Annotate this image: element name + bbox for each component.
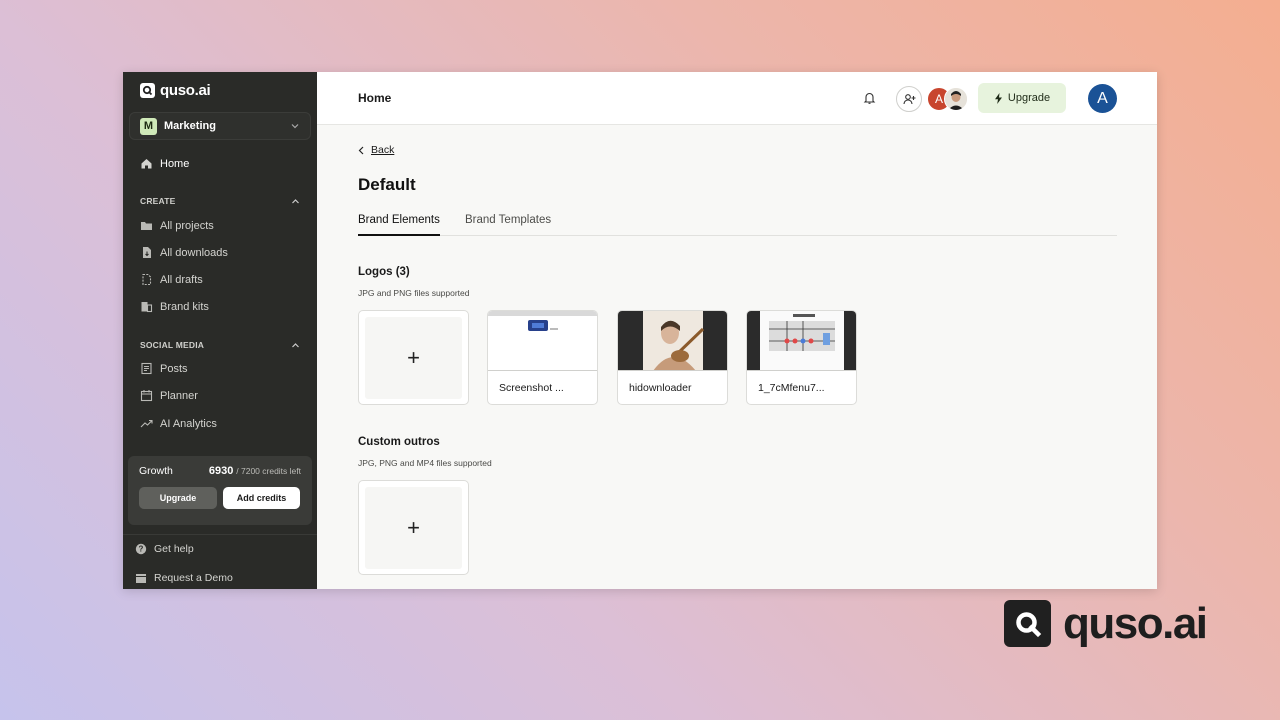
quso-logo-icon xyxy=(140,83,155,98)
add-outro-button[interactable]: + xyxy=(358,480,469,575)
sidebar-item-home[interactable]: Home xyxy=(140,157,189,170)
sidebar-item-label: All downloads xyxy=(160,246,228,259)
section-create[interactable]: CREATE xyxy=(140,196,300,206)
sidebar-item-posts[interactable]: Posts xyxy=(140,362,188,375)
logo-card[interactable]: hidownloader xyxy=(617,310,728,405)
section-social-media[interactable]: SOCIAL MEDIA xyxy=(140,340,300,350)
download-file-icon xyxy=(143,247,151,258)
sidebar-item-all-drafts[interactable]: All drafts xyxy=(140,273,203,286)
tab-brand-templates[interactable]: Brand Templates xyxy=(465,214,551,236)
sidebar-item-planner[interactable]: Planner xyxy=(140,389,198,402)
calendar-icon xyxy=(140,390,153,402)
workspace-name: Marketing xyxy=(164,120,216,132)
draft-icon xyxy=(142,273,152,286)
lightning-icon xyxy=(994,92,1002,104)
upgrade-plan-button[interactable]: Upgrade xyxy=(139,487,217,509)
logo-thumbnail xyxy=(488,311,597,371)
sidebar-item-label: Planner xyxy=(160,389,198,402)
add-user-icon xyxy=(902,94,915,105)
sidebar-item-label: Brand kits xyxy=(160,300,209,313)
logos-section-title: Logos (3) xyxy=(358,266,410,278)
workspace-selector[interactable]: M Marketing xyxy=(129,112,311,140)
app-window: quso.ai M Marketing Home CREATE All proj… xyxy=(123,72,1157,589)
sidebar-item-all-downloads[interactable]: All downloads xyxy=(140,246,228,259)
section-create-label: CREATE xyxy=(140,196,176,206)
chevron-up-icon xyxy=(292,342,299,347)
chevron-left-icon xyxy=(358,146,364,154)
workspace-badge: M xyxy=(140,117,157,135)
outros-section-subtitle: JPG, PNG and MP4 files supported xyxy=(358,458,492,468)
sidebar-divider xyxy=(123,534,317,535)
user-avatar[interactable]: A xyxy=(1088,84,1117,113)
page-title: Default xyxy=(358,175,416,194)
logo-thumbnail xyxy=(747,311,856,371)
sidebar-item-brand-kits[interactable]: Brand kits xyxy=(140,300,209,313)
svg-text:?: ? xyxy=(139,545,144,554)
invite-member-button[interactable] xyxy=(896,86,922,112)
posts-icon xyxy=(141,362,152,375)
plus-icon: + xyxy=(407,344,420,370)
logo-card[interactable]: 1_7cMfenu7... xyxy=(746,310,857,405)
upgrade-button[interactable]: Upgrade xyxy=(978,83,1066,113)
back-label: Back xyxy=(371,144,395,156)
add-logo-button[interactable]: + xyxy=(358,310,469,405)
member-avatar-photo[interactable] xyxy=(944,87,968,111)
add-credits-button[interactable]: Add credits xyxy=(223,487,300,509)
page-breadcrumb: Home xyxy=(358,91,392,105)
quso-logo-icon xyxy=(1004,600,1051,647)
trend-icon xyxy=(140,419,153,428)
credits-panel: Growth 6930 / 7200 credits left Upgrade … xyxy=(128,456,312,525)
credits-used: 6930 xyxy=(208,465,234,477)
sidebar-item-label: All projects xyxy=(160,219,214,232)
quso-watermark-logo: quso.ai xyxy=(1004,599,1208,648)
sidebar-item-label: Posts xyxy=(160,362,188,375)
request-demo-link[interactable]: Request a Demo xyxy=(135,572,233,584)
get-help-link[interactable]: ? Get help xyxy=(135,543,194,555)
folder-icon xyxy=(141,222,152,230)
top-bar: Home A Upgrade A xyxy=(317,72,1157,125)
section-social-label: SOCIAL MEDIA xyxy=(140,340,205,350)
logo-thumbnail xyxy=(618,311,727,371)
logo-filename: 1_7cMfenu7... xyxy=(758,382,825,394)
sidebar-item-label: All drafts xyxy=(160,273,203,286)
calendar-icon xyxy=(136,574,146,583)
app-logo[interactable]: quso.ai xyxy=(140,82,211,99)
logo-filename: Screenshot ... xyxy=(499,382,564,394)
sidebar-item-all-projects[interactable]: All projects xyxy=(140,219,214,232)
sidebar-item-label: AI Analytics xyxy=(160,417,217,430)
sidebar-item-ai-analytics[interactable]: AI Analytics xyxy=(140,417,217,430)
plus-icon: + xyxy=(407,514,420,540)
chevron-down-icon xyxy=(291,124,299,129)
plan-name: Growth xyxy=(139,465,173,477)
get-help-label: Get help xyxy=(154,543,194,555)
brand-kit-icon xyxy=(141,302,153,313)
logo-text: quso.ai xyxy=(160,82,211,99)
watermark-text: quso.ai xyxy=(1063,599,1208,648)
logo-filename: hidownloader xyxy=(629,382,692,394)
help-icon: ? xyxy=(135,543,147,555)
bell-icon[interactable] xyxy=(863,91,876,110)
tab-brand-elements[interactable]: Brand Elements xyxy=(358,214,440,236)
logo-card[interactable]: Screenshot ... xyxy=(487,310,598,405)
home-icon xyxy=(141,159,152,169)
outros-section-title: Custom outros xyxy=(358,436,440,448)
sidebar: quso.ai M Marketing Home CREATE All proj… xyxy=(123,72,317,589)
request-demo-label: Request a Demo xyxy=(154,572,233,584)
sidebar-item-label: Home xyxy=(160,157,190,170)
chevron-up-icon xyxy=(292,198,299,203)
credits-total: / 7200 credits left xyxy=(236,466,301,476)
logos-section-subtitle: JPG and PNG files supported xyxy=(358,288,470,298)
upgrade-label: Upgrade xyxy=(1007,92,1051,104)
main-content: Home A Upgrade A Back Default Brand Elem… xyxy=(317,72,1157,589)
tab-bar: Brand Elements Brand Templates xyxy=(358,214,1117,236)
back-link[interactable]: Back xyxy=(358,144,394,156)
